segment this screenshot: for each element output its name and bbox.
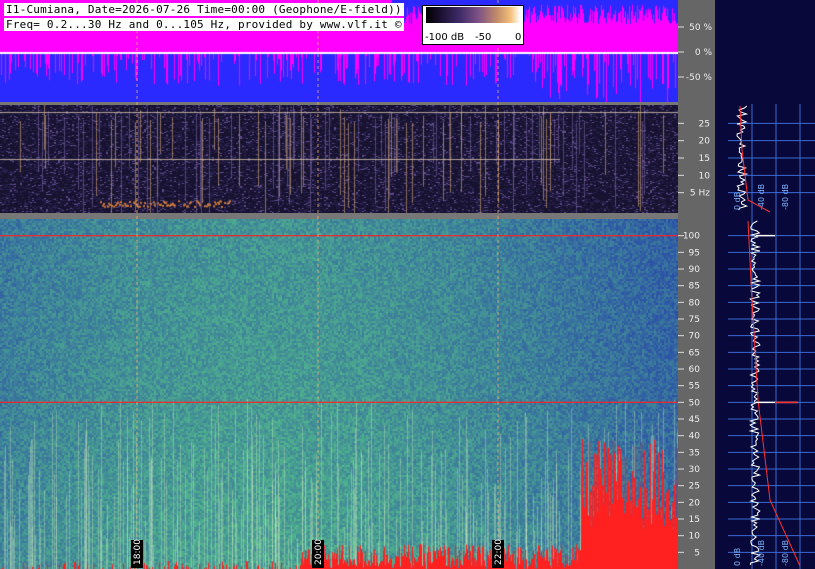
side-db-label: 0 dB	[733, 192, 742, 210]
low-freq-tick-label: 15	[699, 154, 710, 164]
high-freq-tick-label: 90	[689, 265, 701, 275]
high-freq-tick-label: 95	[689, 248, 700, 258]
vlf-monitor: 50 % 0 % -50 % 25 20 15 10 5 Hz 100 95 90 85 80 75 70 6…	[0, 0, 815, 569]
amplitude-tick-label: 50 %	[689, 23, 712, 33]
high-freq-tick-label: 50	[689, 398, 701, 408]
high-freq-tick-label: 65	[689, 348, 700, 358]
high-freq-tick-label: 75	[689, 315, 700, 325]
high-freq-tick-label: 40	[689, 432, 701, 442]
high-freq-tick-label: 60	[689, 365, 701, 375]
chart-title: I1-Cumiana, Date=2026-07-26 Time=00:00 (…	[4, 3, 404, 16]
high-freq-tick-label: 70	[689, 332, 701, 342]
colorbar-label-min: -100 dB	[425, 32, 465, 43]
high-freq-tick-label: 85	[689, 282, 700, 292]
colorbar-label-max: 0	[515, 32, 522, 43]
chart-overlay: 50 %0 %-50 %252015105 Hz1009590858075706…	[0, 0, 815, 569]
colorbar-label-mid: -50	[475, 32, 492, 43]
low-freq-tick-label: 5 Hz	[690, 189, 710, 199]
side-db-label: -40 dB	[757, 184, 766, 210]
low-freq-tick-label: 20	[699, 137, 711, 147]
low-freq-tick-label: 10	[699, 171, 711, 181]
amplitude-tick-label: -50 %	[686, 73, 713, 83]
colorbar-gradient	[426, 7, 520, 23]
high-freq-tick-label: 20	[689, 498, 701, 508]
time-label: 20:00	[314, 539, 324, 565]
side-db-label: -40 dB	[757, 540, 766, 566]
high-freq-tick-label: 80	[689, 298, 701, 308]
low-freq-tick-label: 25	[699, 119, 710, 129]
high-freq-tick-label: 100	[683, 232, 700, 242]
side-db-label: 0 dB	[733, 548, 742, 566]
high-freq-tick-label: 25	[689, 482, 700, 492]
chart-subtitle: Freq= 0.2...30 Hz and 0...105 Hz, provid…	[4, 18, 404, 31]
side-reference-high	[747, 220, 801, 567]
amplitude-tick-label: 0 %	[695, 48, 713, 58]
high-freq-tick-label: 15	[689, 515, 700, 525]
high-freq-tick-label: 30	[689, 465, 701, 475]
high-freq-tick-label: 45	[689, 415, 700, 425]
time-label: 22:00	[494, 539, 504, 565]
high-freq-tick-label: 55	[689, 382, 700, 392]
high-freq-tick-label: 5	[694, 548, 700, 558]
time-label: 18:00	[133, 539, 143, 565]
high-freq-tick-label: 10	[689, 532, 701, 542]
side-db-label: -80 dB	[781, 184, 790, 210]
colorbar-legend: -100 dB -50 0	[422, 5, 524, 45]
side-db-label: -80 dB	[781, 540, 790, 566]
high-freq-tick-label: 35	[689, 448, 700, 458]
